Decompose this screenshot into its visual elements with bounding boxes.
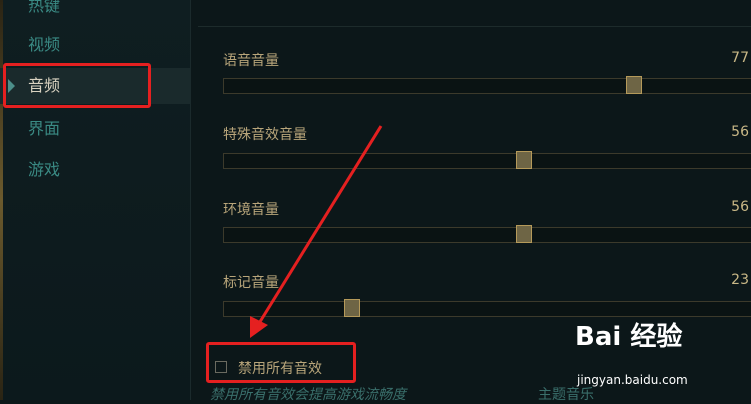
baidu-watermark: Bai 经验 jingyan.baidu.com: [575, 316, 745, 396]
watermark-brand: Bai 经验: [575, 322, 683, 352]
watermark-url: jingyan.baidu.com: [577, 373, 688, 387]
